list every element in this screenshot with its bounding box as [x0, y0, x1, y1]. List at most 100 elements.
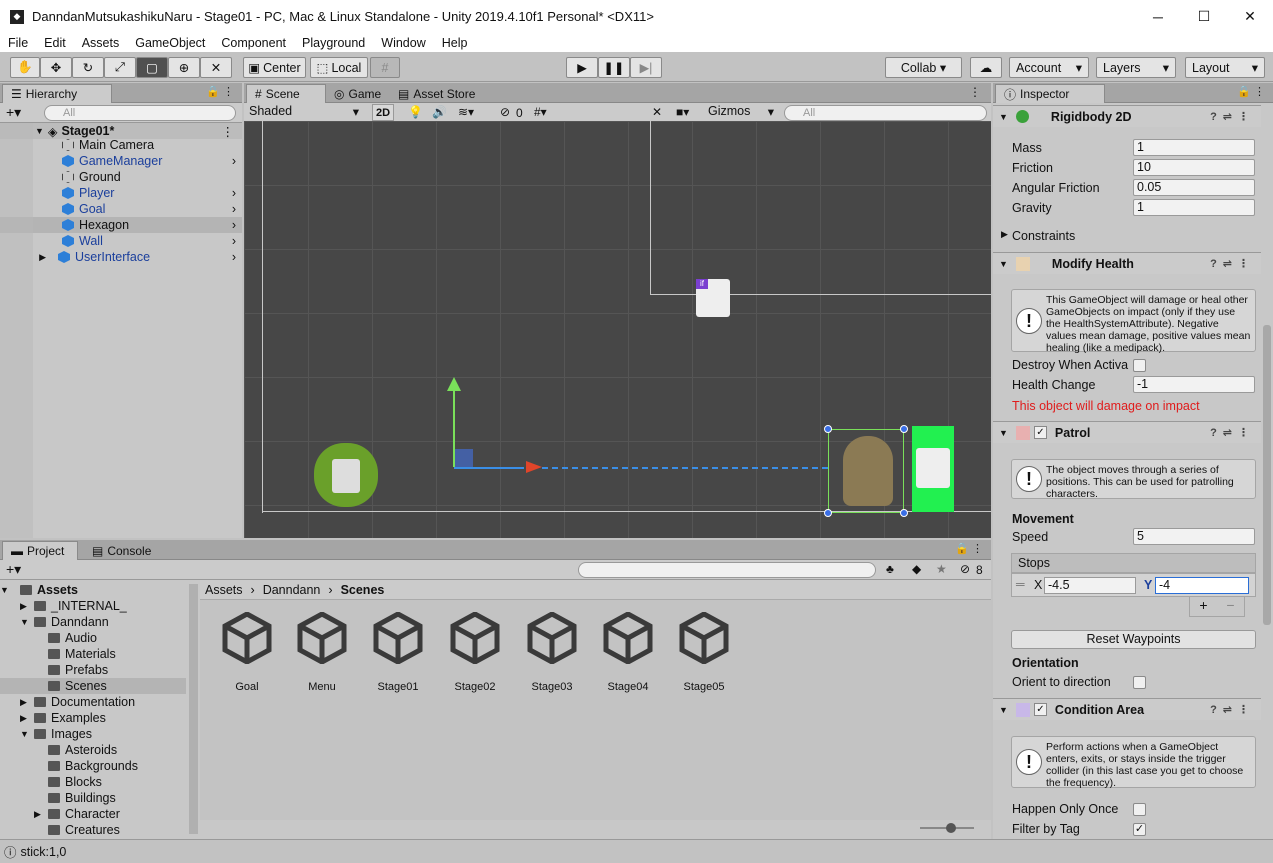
x-axis-handle[interactable] — [454, 467, 524, 469]
chevron-right-icon[interactable]: › — [232, 154, 236, 168]
tree-item[interactable]: Asteroids — [0, 742, 117, 758]
rect-tool-icon[interactable]: ▢ — [136, 57, 168, 78]
filter-label-icon[interactable]: ◆ — [912, 562, 921, 576]
resize-handle[interactable] — [900, 509, 908, 517]
menu-file[interactable]: File — [0, 36, 36, 50]
2d-toggle[interactable]: 2D — [372, 104, 394, 121]
menu-component[interactable]: Component — [213, 36, 294, 50]
resize-handle[interactable] — [824, 425, 832, 433]
menu-edit[interactable]: Edit — [36, 36, 74, 50]
hierarchy-search-input[interactable]: All — [44, 105, 236, 121]
hierarchy-item-selected[interactable]: Hexagon › — [0, 217, 242, 233]
scene-asset-tile[interactable]: Stage04 — [595, 611, 661, 693]
add-stop-button[interactable]: + — [1199, 597, 1207, 616]
component-header-icons[interactable]: ?⇌⋮ — [1210, 703, 1255, 716]
chevron-right-icon[interactable]: › — [232, 218, 236, 232]
chevron-right-icon[interactable]: › — [232, 250, 236, 264]
condition-enabled-checkbox[interactable]: ✓ — [1033, 703, 1047, 716]
scene-asset-tile[interactable]: Goal — [214, 611, 280, 693]
patrol-enabled-checkbox[interactable]: ✓ — [1033, 426, 1047, 439]
lock-icon[interactable]: 🔒 ⋮ — [206, 85, 234, 98]
tree-item[interactable]: Audio — [0, 630, 97, 646]
filter-type-icon[interactable]: ♣ — [886, 562, 894, 576]
gravity-field[interactable]: 1 — [1133, 199, 1255, 216]
tab-console[interactable]: ▤ Console — [84, 541, 164, 560]
patrol-header[interactable]: ▼ ✓ Patrol ?⇌⋮ — [993, 421, 1261, 443]
goal-trigger-area[interactable] — [912, 426, 954, 512]
rigidbody-header[interactable]: ▼ Rigidbody 2D ?⇌⋮ — [993, 105, 1261, 127]
hidden-objects-icon[interactable]: ⊘ — [500, 105, 510, 119]
chevron-right-icon[interactable]: › — [232, 202, 236, 216]
expand-arrow-icon[interactable]: ▼ — [20, 617, 34, 627]
tree-item[interactable]: Creatures — [0, 822, 120, 838]
breadcrumb-item[interactable]: Danndann — [263, 583, 321, 597]
hierarchy-item[interactable]: ▶ UserInterface › — [0, 249, 242, 265]
y-axis-arrow-icon[interactable] — [447, 377, 461, 391]
step-button[interactable]: ▶| — [630, 57, 662, 78]
inspector-scrollbar[interactable] — [1263, 325, 1271, 625]
pause-button[interactable]: ❚❚ — [598, 57, 630, 78]
tab-hierarchy[interactable]: ☰ Hierarchy — [2, 84, 112, 103]
chevron-right-icon[interactable]: › — [232, 186, 236, 200]
rotate-tool-icon[interactable]: ↻ — [72, 57, 104, 78]
lock-icon[interactable]: 🔒 ⋮ — [1237, 85, 1265, 98]
tree-item[interactable]: ▶ Character — [0, 806, 120, 822]
happen-only-once-checkbox[interactable] — [1133, 803, 1146, 816]
tree-item[interactable]: ▼ Images — [0, 726, 92, 742]
menu-assets[interactable]: Assets — [74, 36, 128, 50]
tree-item[interactable]: ▼ Danndann — [0, 614, 109, 630]
tree-scrollbar[interactable] — [189, 584, 198, 834]
account-dropdown[interactable]: Account ▾ — [1009, 57, 1089, 78]
condition-area-header[interactable]: ▼ ✓ Condition Area ?⇌⋮ — [993, 698, 1261, 720]
snap-icon[interactable]: # — [370, 57, 400, 78]
grid-toggle-icon[interactable]: #▾ — [534, 105, 547, 119]
shading-dropdown[interactable]: Shaded ▾ — [246, 104, 362, 121]
audio-icon[interactable]: 🔊 — [432, 105, 447, 119]
tab-scene[interactable]: # Scene — [246, 84, 326, 103]
menu-help[interactable]: Help — [434, 36, 476, 50]
scene-menu-icon[interactable]: ⋮ — [969, 85, 981, 99]
constraints-foldout[interactable]: Constraints — [1012, 229, 1075, 243]
expand-arrow-icon[interactable]: ▼ — [0, 585, 10, 595]
filter-by-tag-checkbox[interactable]: ✓ — [1133, 823, 1146, 836]
tree-item[interactable]: ▶ _INTERNAL_ — [0, 598, 127, 614]
expand-arrow-icon[interactable]: ▼ — [999, 112, 1008, 122]
transform-tool-icon[interactable]: ⊕ — [168, 57, 200, 78]
modify-health-header[interactable]: ▼ Modify Health ?⇌⋮ — [993, 252, 1261, 274]
tree-item-selected[interactable]: Scenes — [0, 678, 186, 694]
scene-asset-tile[interactable]: Stage05 — [671, 611, 737, 693]
expand-arrow-icon[interactable]: ▼ — [20, 729, 34, 739]
component-header-icons[interactable]: ?⇌⋮ — [1210, 426, 1255, 439]
menu-gameobject[interactable]: GameObject — [127, 36, 213, 50]
tab-project[interactable]: ▬ Project — [2, 541, 78, 560]
player-sprite[interactable] — [314, 443, 378, 507]
expand-arrow-icon[interactable]: ▶ — [34, 809, 48, 820]
layers-dropdown[interactable]: Layers ▾ — [1096, 57, 1176, 78]
speed-field[interactable]: 5 — [1133, 528, 1255, 545]
minimize-button[interactable]: ─ — [1135, 0, 1181, 33]
effects-icon[interactable]: ≋▾ — [458, 105, 474, 119]
breadcrumb-item[interactable]: Assets — [205, 583, 243, 597]
scale-tool-icon[interactable]: ⤢ — [104, 57, 136, 78]
expand-arrow-icon[interactable]: ▶ — [1001, 229, 1008, 240]
tree-item[interactable]: ▶ Examples — [0, 710, 106, 726]
orient-to-direction-checkbox[interactable] — [1133, 676, 1146, 689]
chevron-right-icon[interactable]: › — [232, 234, 236, 248]
collab-button[interactable]: Collab ▾ — [885, 57, 962, 78]
space-local-button[interactable]: ⬚ Local — [310, 57, 368, 78]
play-button[interactable]: ▶ — [566, 57, 598, 78]
project-search-input[interactable] — [578, 562, 876, 578]
hidden-packages-icon[interactable]: ⊘ — [960, 562, 970, 576]
close-button[interactable]: ✕ — [1227, 0, 1273, 33]
resize-handle[interactable] — [900, 425, 908, 433]
hierarchy-item[interactable]: Wall › — [0, 233, 242, 249]
x-axis-arrow-icon[interactable] — [526, 461, 542, 473]
hierarchy-item[interactable]: Main Camera — [0, 137, 242, 153]
create-add-button[interactable]: +▾ — [6, 104, 21, 121]
condition-area-gizmo-icon[interactable]: if — [696, 279, 730, 317]
tree-item[interactable]: ▼ Assets — [0, 582, 78, 598]
resize-handle[interactable] — [824, 509, 832, 517]
lighting-icon[interactable]: 💡 — [408, 105, 423, 119]
scene-asset-tile[interactable]: Stage01 — [365, 611, 431, 693]
expand-arrow-icon[interactable]: ▶ — [20, 601, 34, 612]
